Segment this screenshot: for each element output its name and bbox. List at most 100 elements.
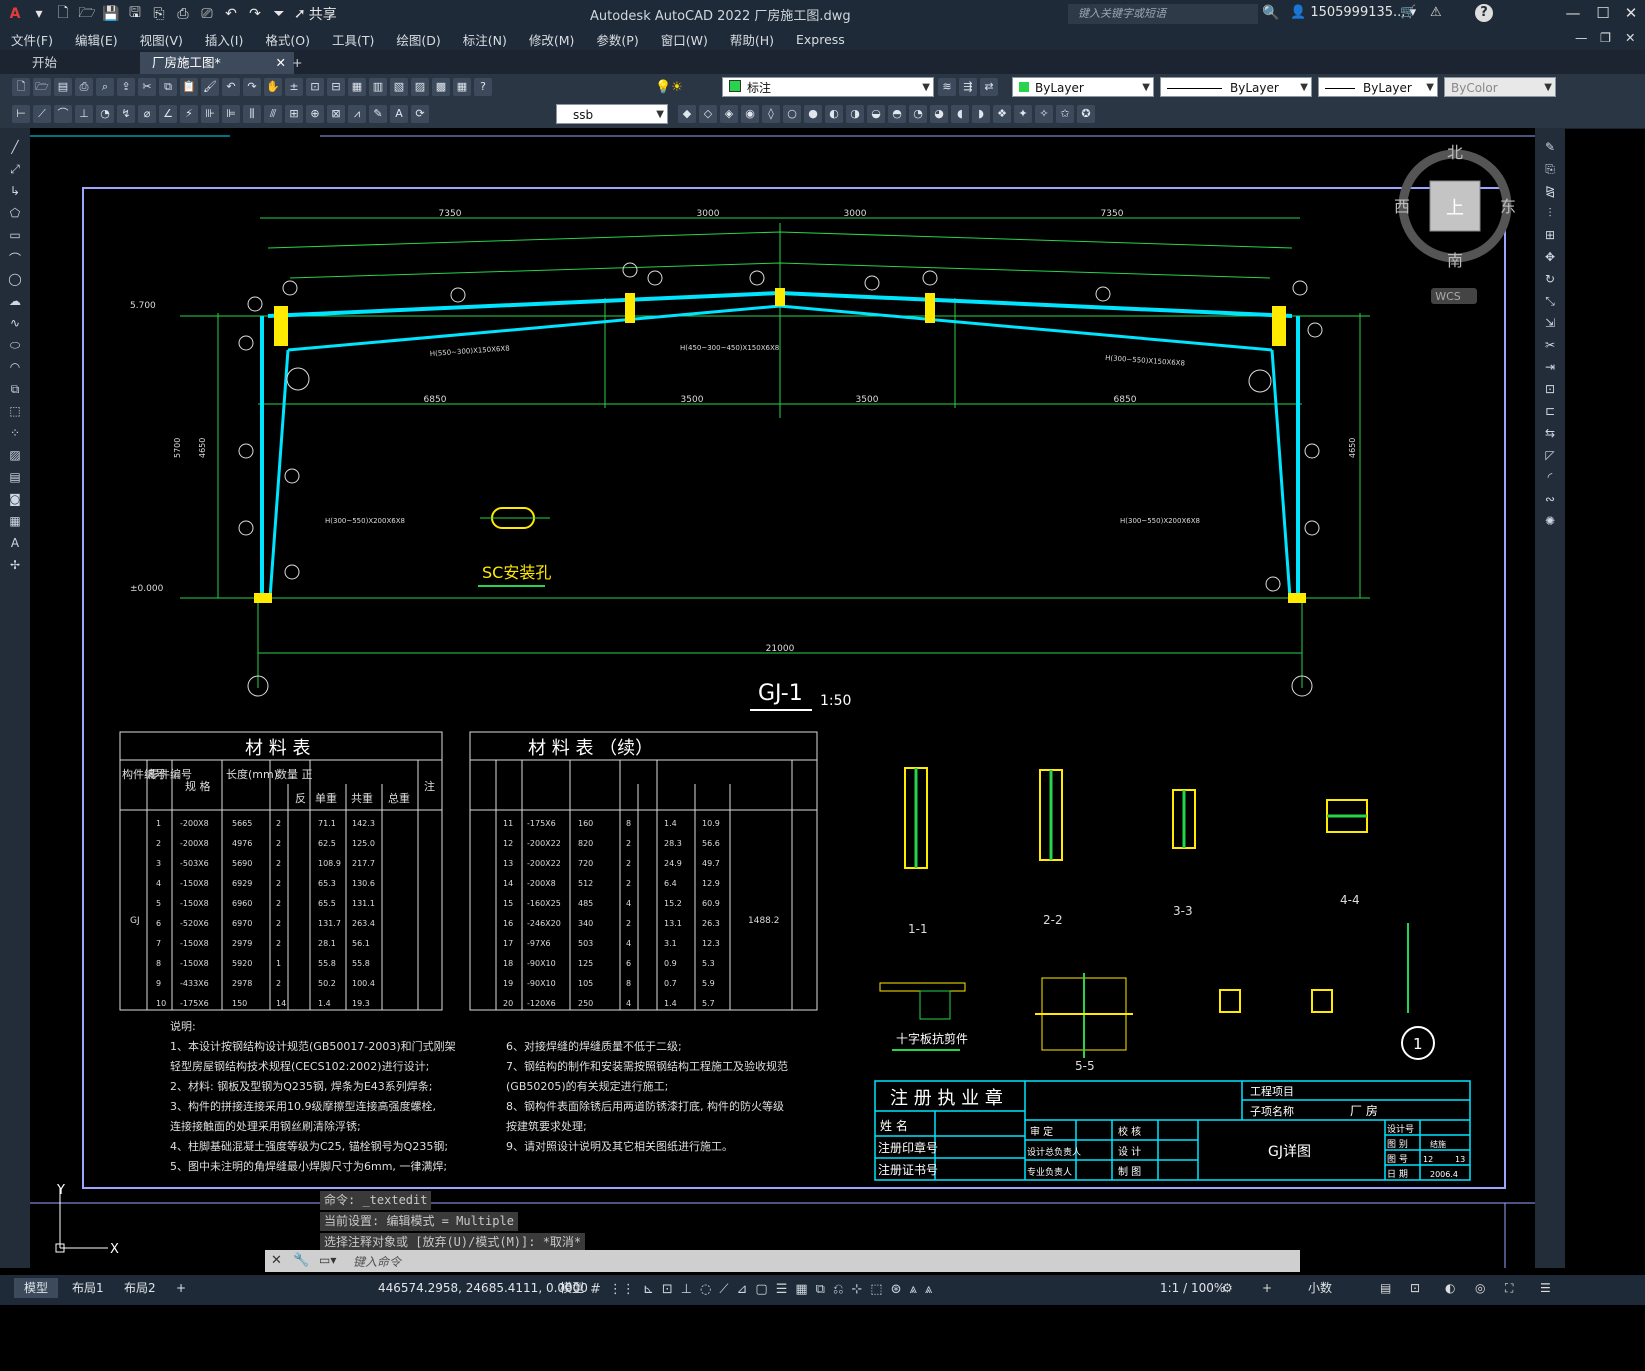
revcloud-icon[interactable]: ☁ <box>6 294 24 310</box>
redo-icon[interactable]: ↷ <box>246 5 264 23</box>
zoom-realtime-icon[interactable]: ± <box>285 78 303 96</box>
menu-file[interactable]: 文件(F) <box>0 30 64 49</box>
dim-break-icon[interactable]: ⫻ <box>264 105 282 123</box>
model-view13-icon[interactable]: ◕ <box>930 105 948 123</box>
chamfer-icon[interactable]: ◸ <box>1541 448 1559 464</box>
model-view16-icon[interactable]: ❖ <box>993 105 1011 123</box>
open-icon[interactable]: 🗁 <box>33 78 51 96</box>
lineweight-combo[interactable]: ByLayer ▼ <box>1318 77 1438 97</box>
model-view11-icon[interactable]: ◓ <box>888 105 906 123</box>
model-view10-icon[interactable]: ◒ <box>867 105 885 123</box>
autocad-logo-icon[interactable]: A <box>6 5 24 23</box>
help-icon[interactable]: ? <box>1475 4 1493 22</box>
ellipse-icon[interactable]: ⬭ <box>6 338 24 354</box>
blend-icon[interactable]: ∾ <box>1541 492 1559 508</box>
gizmo-icon[interactable]: ⊛ <box>891 1282 902 1297</box>
menu-tools[interactable]: 工具(T) <box>321 30 385 49</box>
drawing-canvas[interactable]: 上 北 南 东 西 WCS 7350 3000 3000 7350 6850 3… <box>30 128 1535 1268</box>
undo-toolbar-icon[interactable]: ↶ <box>222 78 240 96</box>
rotate-icon[interactable]: ↻ <box>1541 272 1559 288</box>
linetype-combo[interactable]: ByLayer ▼ <box>1160 77 1312 97</box>
point-icon[interactable]: ⁘ <box>6 426 24 442</box>
design-center-icon[interactable]: ▥ <box>369 78 387 96</box>
model-view12-icon[interactable]: ◔ <box>909 105 927 123</box>
construction-line-icon[interactable]: ⤢ <box>6 162 24 178</box>
fillet-icon[interactable]: ◜ <box>1541 470 1559 486</box>
match-prop-icon[interactable]: 🖌 <box>201 78 219 96</box>
hardware-accel-icon[interactable]: ◎ <box>1475 1281 1485 1295</box>
jogged-linear-icon[interactable]: ⩘ <box>348 105 366 123</box>
rectangle-icon[interactable]: ▭ <box>6 228 24 244</box>
model-view15-icon[interactable]: ◗ <box>972 105 990 123</box>
menu-format[interactable]: 格式(O) <box>254 30 321 49</box>
command-line[interactable]: ✕ 🔧 ▭▾ 键入命令 <box>265 1250 1300 1272</box>
transparency-icon[interactable]: ▦ <box>795 1282 807 1297</box>
dim-continue-icon[interactable]: ⊫ <box>222 105 240 123</box>
doc-restore-button[interactable]: ❐ <box>1600 30 1611 45</box>
polygon-icon[interactable]: ⬠ <box>6 206 24 222</box>
model-view14-icon[interactable]: ◖ <box>951 105 969 123</box>
add-layout-button[interactable]: + <box>166 1278 196 1298</box>
command-customize-icon[interactable]: 🔧 <box>293 1253 309 1268</box>
share-icon[interactable]: ➚ 共享 <box>294 5 337 23</box>
compass-north[interactable]: 北 <box>1447 143 1463 162</box>
quick-properties-icon[interactable]: ▤ <box>1380 1281 1391 1295</box>
customization-icon[interactable]: ☰ <box>1540 1281 1551 1295</box>
gradient-icon[interactable]: ▤ <box>6 470 24 486</box>
model-view2-icon[interactable]: ◇ <box>699 105 717 123</box>
compass-east[interactable]: 东 <box>1500 197 1516 216</box>
layer-combo[interactable]: 标注 ▼ <box>722 77 934 97</box>
move-icon[interactable]: ✥ <box>1541 250 1559 266</box>
ortho-icon[interactable]: ⊥ <box>681 1282 692 1297</box>
tab-start[interactable]: 开始 <box>20 52 69 74</box>
search-icon[interactable]: 🔍 <box>1262 5 1279 21</box>
maximize-button[interactable]: ☐ <box>1590 2 1616 24</box>
properties-icon[interactable]: ▦ <box>348 78 366 96</box>
zoom-prev-icon[interactable]: ⊟ <box>327 78 345 96</box>
polar-icon[interactable]: ◌ <box>700 1282 711 1297</box>
mirror-icon[interactable]: ⧎ <box>1541 184 1559 200</box>
explode-icon[interactable]: ✺ <box>1541 514 1559 530</box>
model-view1-icon[interactable]: ◆ <box>678 105 696 123</box>
make-block-icon[interactable]: ⬚ <box>6 404 24 420</box>
model-view3-icon[interactable]: ◈ <box>720 105 738 123</box>
object-snap-icon[interactable]: ▢ <box>755 1282 767 1297</box>
auto-scale-icon[interactable]: ⩓ <box>925 1282 932 1297</box>
tab-drawing[interactable]: 厂房施工图* ✕ <box>140 52 294 74</box>
menu-window[interactable]: 窗口(W) <box>650 30 719 49</box>
object-snap-tracking-icon[interactable]: ⊿ <box>737 1282 748 1297</box>
viewcube[interactable]: 上 北 南 东 西 WCS <box>1394 143 1516 304</box>
close-button[interactable]: ✕ <box>1618 2 1644 24</box>
save-as-icon[interactable]: 🖫 <box>126 5 144 23</box>
center-mark-icon[interactable]: ⊕ <box>306 105 324 123</box>
layout-tab-1[interactable]: 布局1 <box>62 1278 114 1298</box>
dim-aligned-icon[interactable]: ⟋ <box>33 105 51 123</box>
layer-prev-icon[interactable]: ⇄ <box>980 78 998 96</box>
model-view6-icon[interactable]: ○ <box>783 105 801 123</box>
tool-palette-icon[interactable]: ▧ <box>390 78 408 96</box>
model-view4-icon[interactable]: ◉ <box>741 105 759 123</box>
circle-icon[interactable]: ◯ <box>6 272 24 288</box>
save-icon[interactable]: 💾 <box>102 5 120 23</box>
trim-icon[interactable]: ✂ <box>1541 338 1559 354</box>
model-view9-icon[interactable]: ◑ <box>846 105 864 123</box>
menu-insert[interactable]: 插入(I) <box>194 30 254 49</box>
menu-view[interactable]: 视图(V) <box>129 30 194 49</box>
command-close-icon[interactable]: ✕ <box>271 1253 282 1268</box>
command-input[interactable]: 键入命令 <box>353 1253 401 1270</box>
doc-close-button[interactable]: ✕ <box>1625 30 1635 45</box>
inspect-icon[interactable]: ⊠ <box>327 105 345 123</box>
doc-minimize-button[interactable]: — <box>1575 30 1588 45</box>
model-view20-icon[interactable]: ✪ <box>1077 105 1095 123</box>
model-view17-icon[interactable]: ✦ <box>1014 105 1032 123</box>
workspace-gear-icon[interactable]: ⚙ <box>1222 1281 1233 1295</box>
sheetset-icon[interactable]: ▨ <box>411 78 429 96</box>
dim-textedit-icon[interactable]: A <box>390 105 408 123</box>
compass-west[interactable]: 西 <box>1394 197 1410 216</box>
plot-icon[interactable]: ⎚ <box>198 5 216 23</box>
snap-icon[interactable]: ⋮⋮ <box>609 1282 635 1297</box>
annotation-visibility-icon[interactable]: ⩓ <box>909 1282 916 1297</box>
erase-icon[interactable]: ✎ <box>1541 140 1559 156</box>
dim-edit-icon[interactable]: ✎ <box>369 105 387 123</box>
save-web-icon[interactable]: ⎙ <box>174 5 192 23</box>
